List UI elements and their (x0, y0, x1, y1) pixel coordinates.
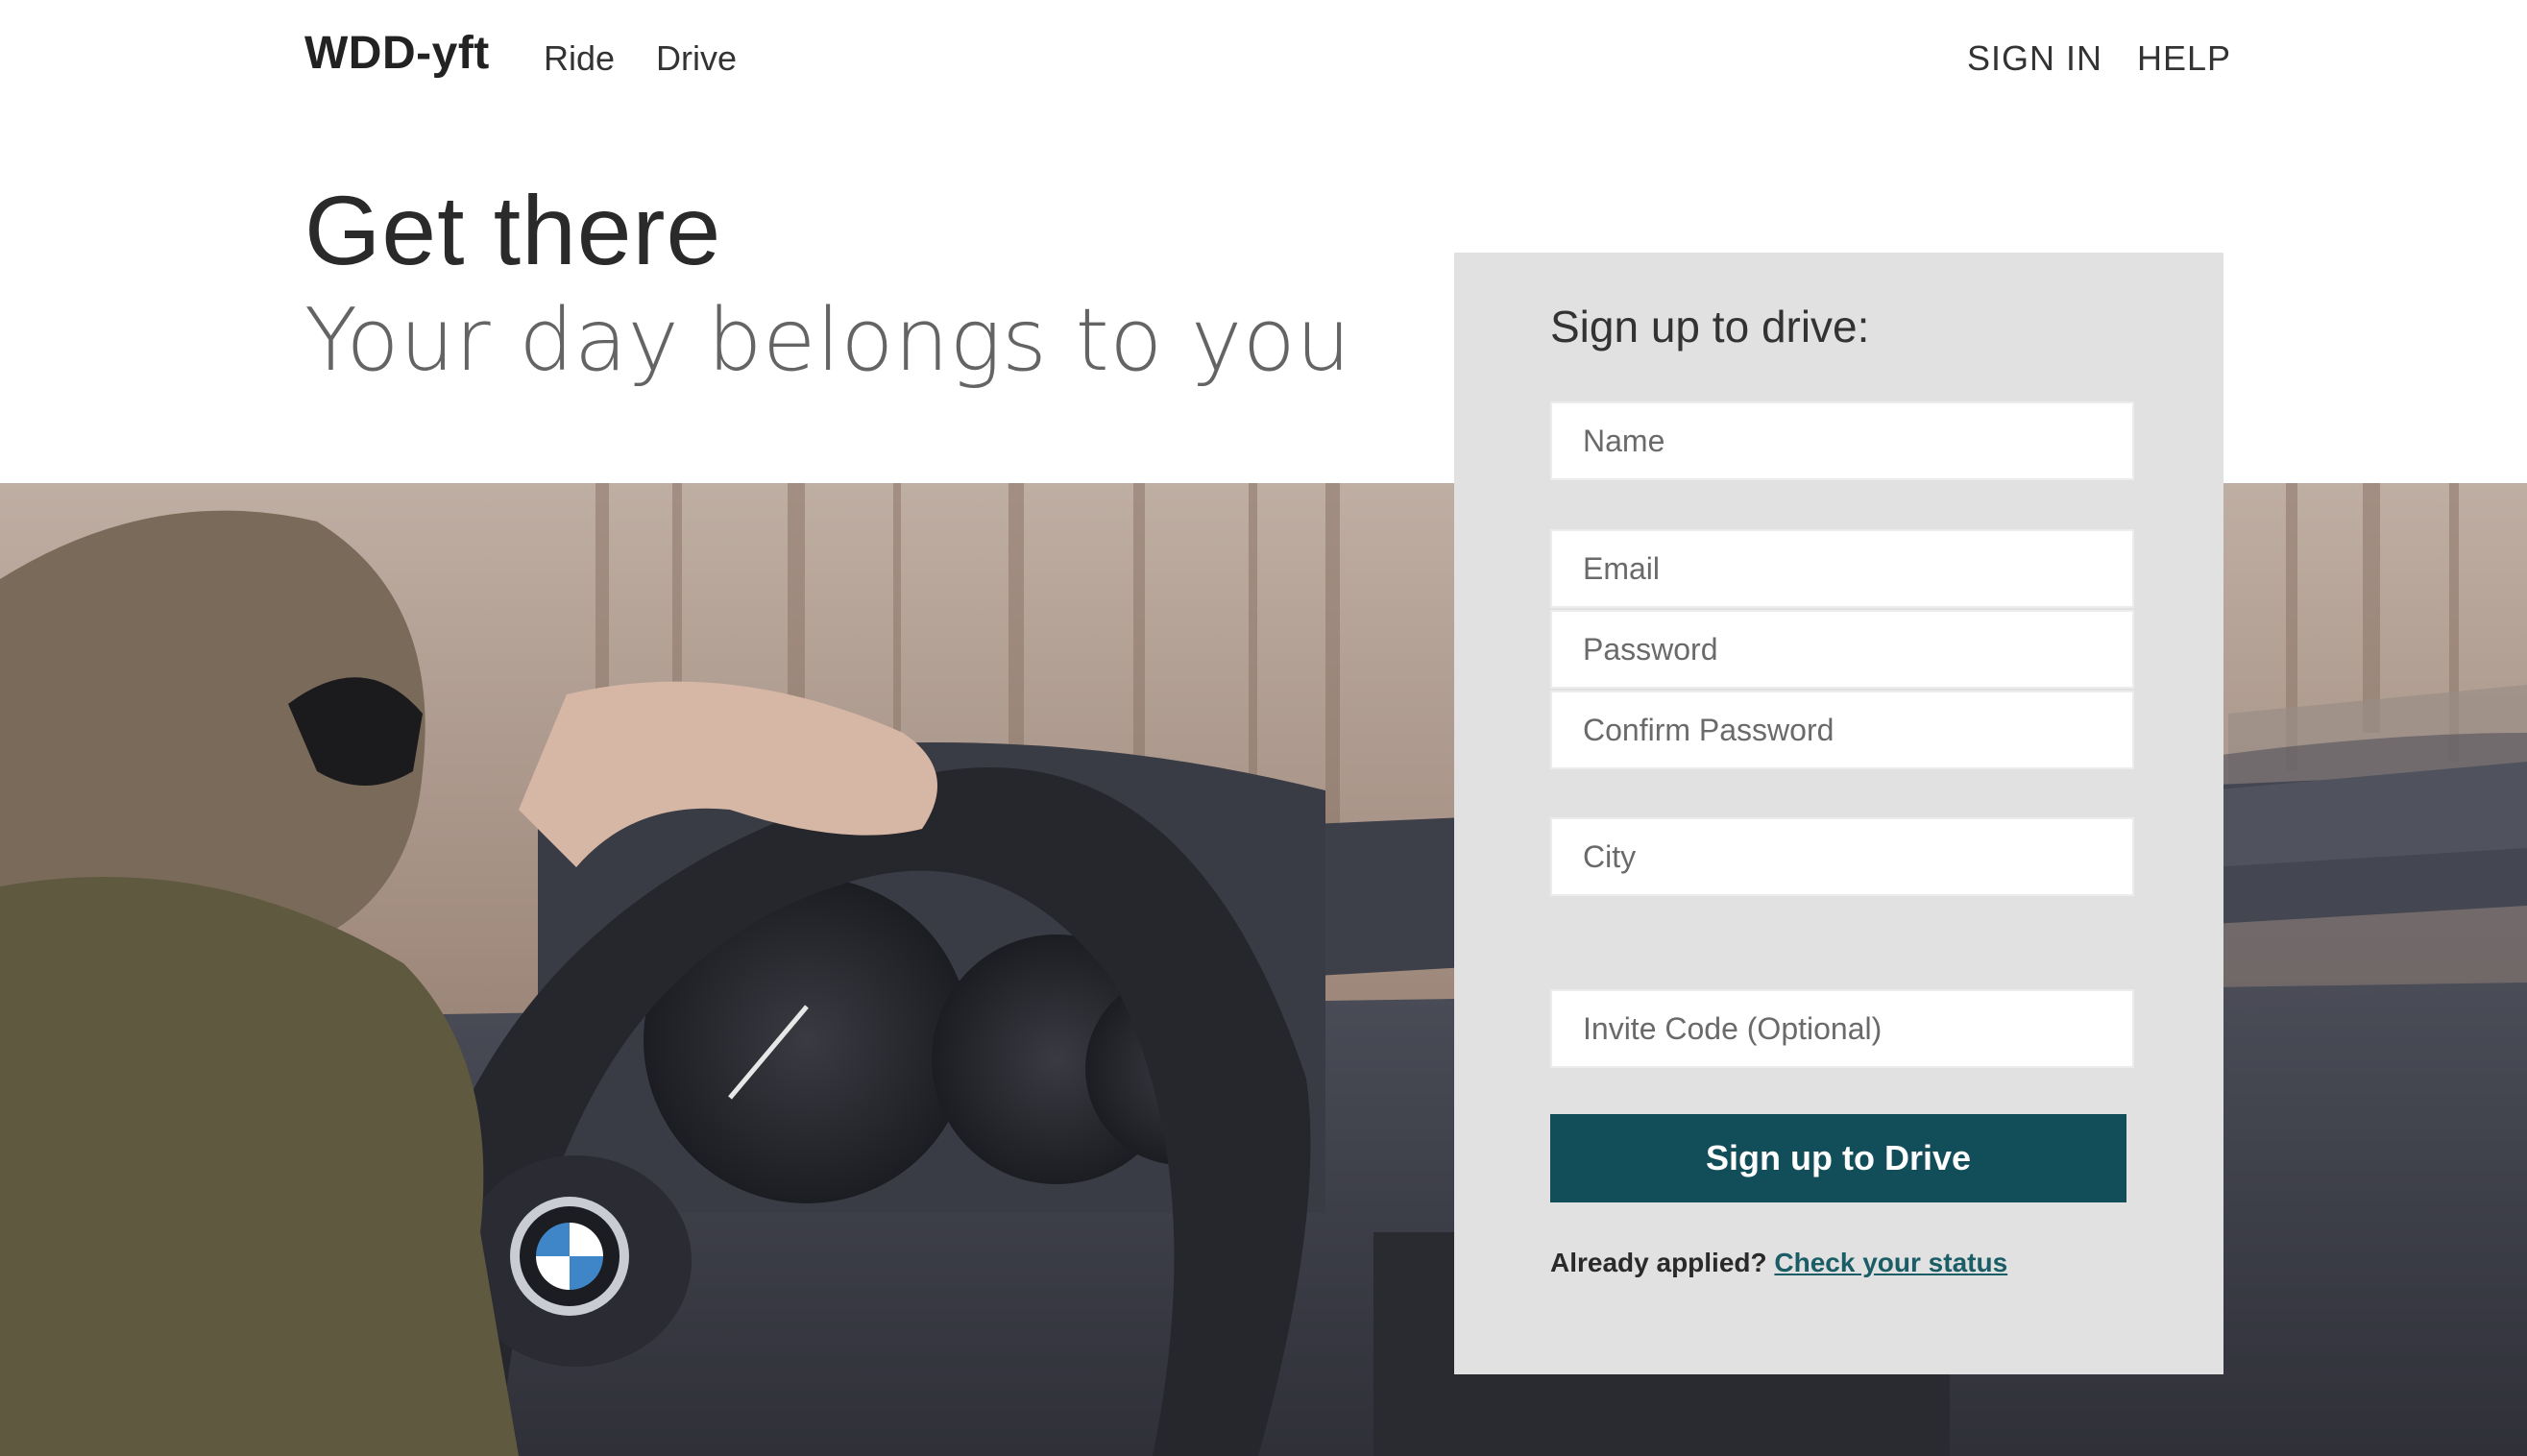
nav-link-sign-in[interactable]: SIGN IN (1967, 38, 2102, 79)
top-navigation: WDD-yft Ride Drive SIGN IN HELP (0, 0, 2527, 120)
sign-up-to-drive-button[interactable]: Sign up to Drive (1550, 1114, 2126, 1202)
nav-link-drive[interactable]: Drive (656, 38, 737, 79)
status-line: Already applied? Check your status (1550, 1248, 2007, 1278)
confirm-password-field[interactable] (1550, 691, 2134, 769)
email-field[interactable] (1550, 529, 2134, 608)
signup-title: Sign up to drive: (1550, 302, 1870, 352)
hero-title: Get there (304, 176, 722, 285)
name-field[interactable] (1550, 401, 2134, 480)
password-field[interactable] (1550, 610, 2134, 689)
brand-logo[interactable]: WDD-yft (304, 27, 490, 80)
check-status-link[interactable]: Check your status (1774, 1248, 2007, 1277)
nav-link-help[interactable]: HELP (2137, 38, 2231, 79)
signup-panel: Sign up to drive: Sign up to Drive Alrea… (1454, 253, 2223, 1374)
city-field[interactable] (1550, 817, 2134, 896)
invite-code-field[interactable] (1550, 989, 2134, 1068)
hero-subtitle: Your day belongs to you (304, 290, 1351, 391)
status-prompt: Already applied? (1550, 1248, 1767, 1277)
nav-link-ride[interactable]: Ride (544, 38, 615, 79)
